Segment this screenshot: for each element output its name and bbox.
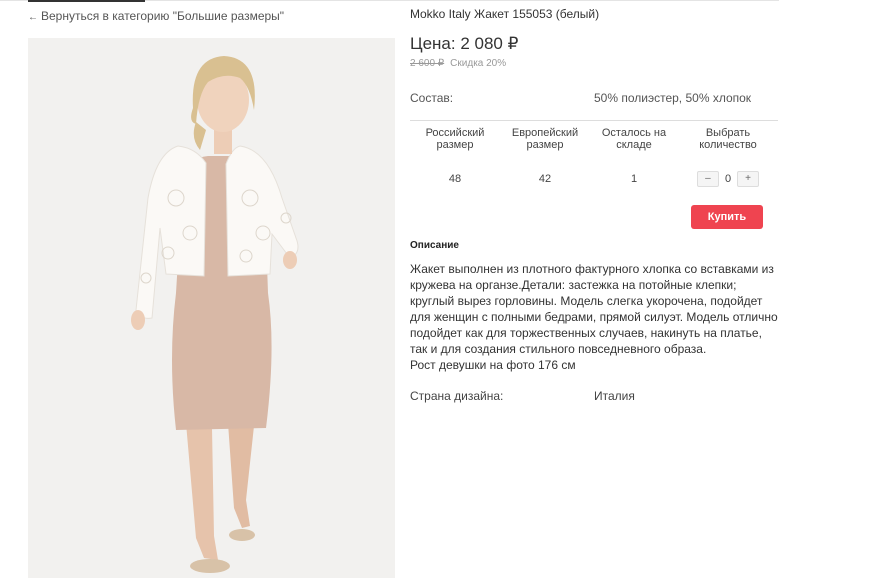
decrement-button[interactable]: – (696, 171, 719, 187)
old-price: 2 600 ₽ (410, 58, 445, 69)
old-price-block: 2 600 ₽ Скидка 20% (410, 58, 506, 69)
product-title: Mokko Italy Жакет 155053 (белый) (410, 7, 600, 21)
description-heading: Описание (410, 240, 459, 251)
increment-button[interactable]: + (737, 171, 760, 187)
ru-size-value: 48 (448, 173, 462, 185)
quantity-value[interactable]: 0 (725, 173, 731, 185)
country-label: Страна дизайна: (410, 389, 504, 403)
discount-badge: Скидка 20% (450, 58, 507, 69)
composition-label: Состав: (410, 91, 454, 105)
description-line: подойдет как для торжественных случаев, … (410, 326, 762, 340)
description-line: Жакет выполнен из плотного фактурного хл… (410, 262, 774, 276)
composition-value: 50% полиэстер, 50% хлопок (594, 91, 752, 105)
description-line: круглый вырез горловины. Модель слегка у… (410, 294, 763, 308)
product-price: Цена: 2 080 ₽ (410, 34, 519, 53)
stock-value: 1 (630, 173, 638, 185)
buy-button[interactable]: Купить (691, 205, 763, 229)
active-tab-indicator (28, 0, 145, 2)
back-to-category-link[interactable]: ← Вернуться в категорию "Большие размеры" (28, 9, 284, 23)
description-line: кружева на органзе.Детали: застежка на п… (410, 278, 737, 292)
header-ru-size: Российский размер (425, 127, 485, 151)
model-illustration (28, 38, 395, 578)
product-photo[interactable] (28, 38, 395, 578)
quantity-stepper: – 0 + (678, 171, 778, 187)
header-stock: Осталось на складе (601, 127, 667, 151)
size-table-header: Российский размер Европейский размер Ост… (410, 121, 778, 167)
back-link-text: Вернуться в категорию "Большие размеры" (41, 9, 285, 23)
eu-size-value: 42 (538, 173, 552, 185)
country-value: Италия (594, 389, 635, 403)
header-eu-size: Европейский размер (511, 127, 579, 151)
header-quantity: Выбрать количество (699, 127, 757, 151)
table-row: 48 42 1 – 0 + (410, 167, 778, 191)
arrow-left-icon: ← (28, 12, 38, 23)
description-text: Жакет выполнен из плотного фактурного хл… (410, 261, 785, 373)
size-table: Российский размер Европейский размер Ост… (410, 120, 778, 191)
description-line: для женщин с полными бедрами, прямой сил… (410, 310, 778, 324)
description-line: Рост девушки на фото 176 см (410, 358, 576, 372)
description-line: так и для создания стильного повседневно… (410, 342, 707, 356)
